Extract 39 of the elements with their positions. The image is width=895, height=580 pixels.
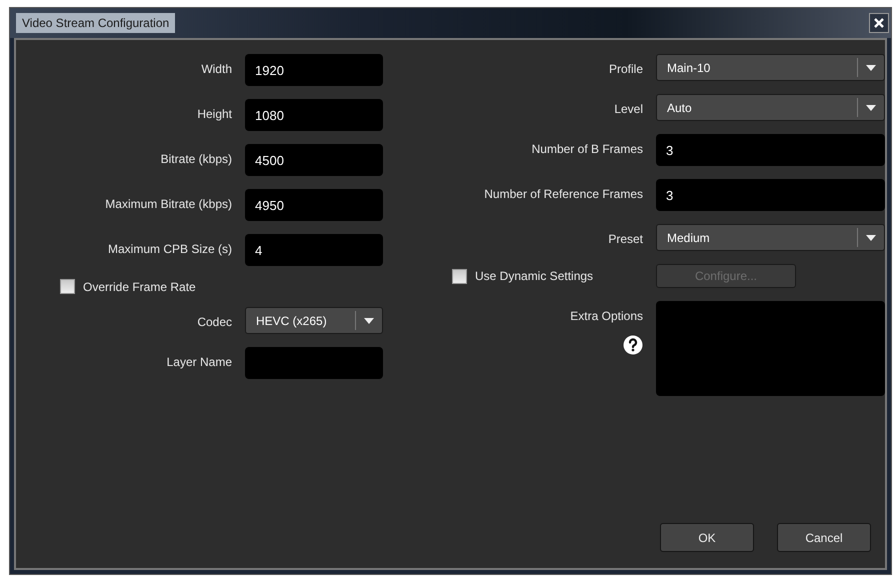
field-label: Height: [197, 107, 232, 121]
window-title: Video Stream Configuration: [16, 13, 176, 33]
dropdown[interactable]: HEVC (x265): [245, 307, 383, 334]
input-field[interactable]: 4: [245, 234, 383, 266]
input-field[interactable]: 1080: [245, 99, 383, 131]
input-field[interactable]: 1920: [245, 54, 383, 86]
checkbox[interactable]: [452, 268, 467, 284]
field-label: Codec: [197, 315, 232, 329]
field-label: Layer Name: [166, 355, 232, 369]
checkbox[interactable]: [60, 279, 75, 294]
input-field[interactable]: 3: [656, 134, 885, 166]
input-field[interactable]: 4950: [245, 189, 383, 221]
field-label: Number of B Frames: [532, 142, 643, 156]
input-field[interactable]: 3: [656, 179, 885, 211]
dropdown[interactable]: Main-10: [656, 54, 885, 81]
field-label: Profile: [608, 62, 643, 76]
field-label: Number of Reference Frames: [484, 187, 643, 201]
help-icon[interactable]: [623, 335, 643, 355]
field-label: Bitrate (kbps): [160, 152, 232, 166]
checkbox-label: Use Dynamic Settings: [475, 269, 594, 283]
field-label: Width: [201, 62, 232, 76]
field-label: Extra Options: [570, 309, 643, 323]
cancel-button[interactable]: Cancel: [777, 523, 871, 552]
dropdown[interactable]: Auto: [656, 94, 885, 121]
checkbox-label: Override Frame Rate: [83, 280, 196, 294]
field-label: Preset: [608, 232, 643, 246]
input-field[interactable]: 4500: [245, 144, 383, 176]
field-label: Maximum Bitrate (kbps): [105, 197, 232, 211]
field-label: Maximum CPB Size (s): [108, 242, 232, 256]
close-icon: [874, 18, 884, 28]
close-button[interactable]: [869, 13, 889, 33]
ok-button[interactable]: OK: [660, 523, 754, 552]
caret-icon: [866, 104, 876, 110]
dropdown[interactable]: Medium: [656, 224, 885, 251]
input-field[interactable]: [245, 347, 383, 379]
field-label: Level: [614, 102, 643, 116]
caret-icon: [364, 318, 374, 324]
caret-icon: [866, 64, 876, 70]
caret-icon: [866, 234, 876, 240]
